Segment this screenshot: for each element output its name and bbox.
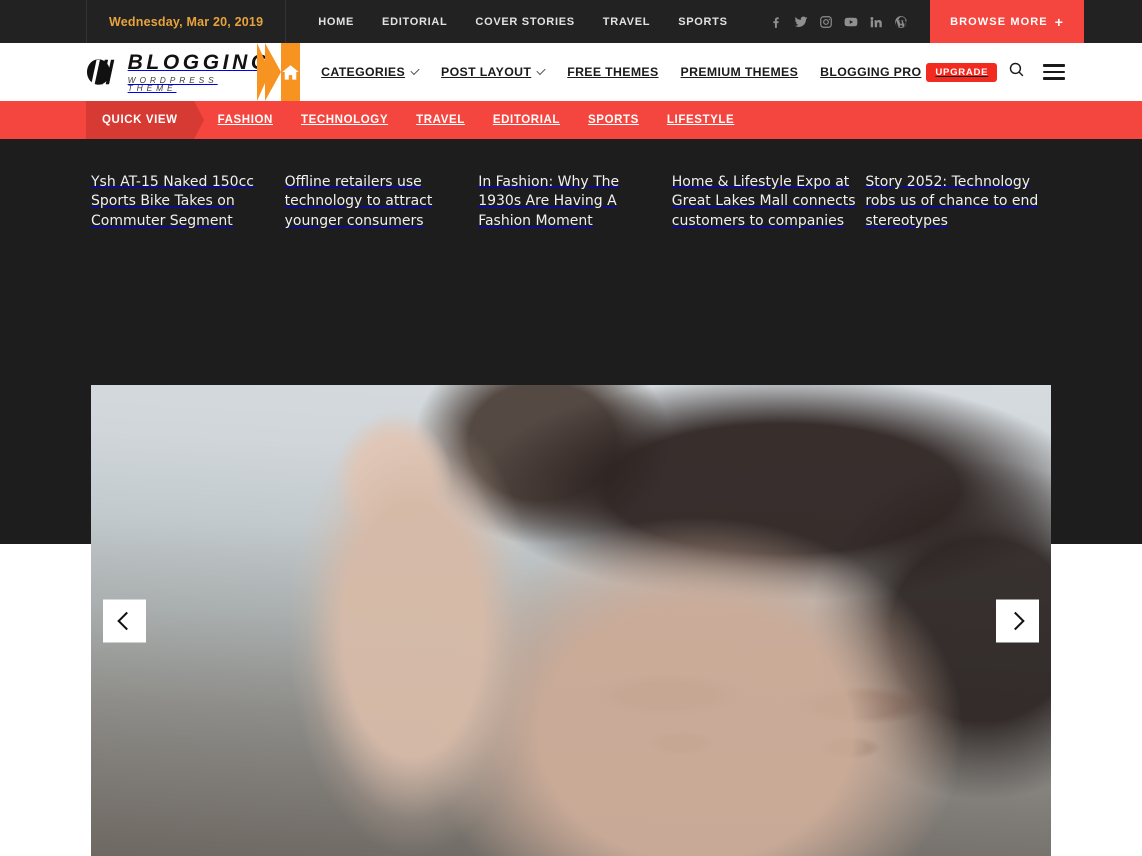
youtube-link[interactable]: [844, 15, 858, 29]
facebook-link[interactable]: [769, 15, 783, 29]
category-item-editorial[interactable]: EDITORIAL: [479, 101, 574, 139]
featured-card[interactable]: Ysh AT-15 Naked 150cc Sports Bike Takes …: [91, 158, 277, 231]
hero-slide-image: [91, 385, 1051, 856]
mainnav-item-premium-themes[interactable]: PREMIUM THEMES: [670, 65, 810, 79]
mainnav-label-blogging-pro: BLOGGING PRO: [820, 65, 922, 79]
topbar-tail: [1084, 0, 1142, 43]
hero-slider: [91, 385, 1051, 856]
category-bar: QUICK VIEW FASHION TECHNOLOGY TRAVEL EDI…: [0, 101, 1142, 139]
topnav-item-sports[interactable]: SPORTS: [664, 16, 741, 28]
mainnav-label-categories: CATEGORIES: [321, 65, 406, 79]
topnav-item-travel[interactable]: TRAVEL: [589, 16, 664, 28]
wordpress-link[interactable]: [894, 15, 908, 29]
category-item-fashion[interactable]: FASHION: [204, 101, 287, 139]
hamburger-line: [1043, 64, 1066, 67]
site-logo[interactable]: BLOGGING WORDPRESS THEME: [86, 43, 279, 101]
logo-title: BLOGGING: [127, 50, 271, 74]
hamburger-menu-button[interactable]: [1043, 64, 1066, 80]
chevron-down-icon: [536, 65, 546, 75]
chevron-right-icon: [1006, 611, 1025, 630]
social-links: [769, 0, 930, 43]
top-bar: Wednesday, Mar 20, 2019 HOME EDITORIAL C…: [0, 0, 1142, 43]
instagram-icon: [820, 15, 832, 28]
hamburger-line: [1043, 70, 1066, 74]
twitter-link[interactable]: [794, 15, 808, 29]
topnav-item-editorial[interactable]: EDITORIAL: [368, 16, 461, 28]
category-item-technology[interactable]: TECHNOLOGY: [287, 101, 402, 139]
mainnav-label-post-layout: POST LAYOUT: [441, 65, 532, 79]
twitter-icon: [794, 16, 808, 27]
mainnav-label-premium-themes: PREMIUM THEMES: [680, 65, 799, 79]
youtube-icon: [844, 17, 858, 26]
hero-prev-button[interactable]: [103, 599, 146, 642]
featured-card[interactable]: In Fashion: Why The 1930s Are Having A F…: [478, 158, 664, 231]
current-date: Wednesday, Mar 20, 2019: [86, 0, 287, 43]
category-item-lifestyle[interactable]: LIFESTYLE: [653, 101, 748, 139]
featured-card-title: Ysh AT-15 Naked 150cc Sports Bike Takes …: [91, 174, 254, 229]
category-item-travel[interactable]: TRAVEL: [402, 101, 479, 139]
topnav-item-cover-stories[interactable]: COVER STORIES: [461, 16, 588, 28]
search-icon: [1010, 62, 1024, 77]
hero-next-button[interactable]: [996, 599, 1039, 642]
featured-card-title: Home & Lifestyle Expo at Great Lakes Mal…: [671, 174, 856, 229]
logo-subtitle: WORDPRESS THEME: [127, 74, 218, 93]
featured-card-list: Ysh AT-15 Naked 150cc Sports Bike Takes …: [0, 139, 1142, 231]
hamburger-line: [1043, 77, 1066, 80]
facebook-icon: [773, 16, 779, 28]
featured-card[interactable]: Offline retailers use technology to attr…: [285, 158, 471, 231]
mainnav-label-free-themes: FREE THEMES: [567, 65, 659, 79]
linkedin-icon: [870, 16, 882, 27]
linkedin-link[interactable]: [869, 15, 883, 29]
featured-card[interactable]: Home & Lifestyle Expo at Great Lakes Mal…: [672, 158, 858, 231]
plus-icon: +: [1054, 13, 1064, 30]
logo-mark-icon: [86, 59, 115, 85]
site-header: BLOGGING WORDPRESS THEME CATEGORIES POST…: [0, 43, 1142, 101]
instagram-link[interactable]: [819, 15, 833, 29]
featured-card-title: In Fashion: Why The 1930s Are Having A F…: [478, 174, 620, 229]
home-icon: [282, 64, 299, 80]
wordpress-icon: [895, 15, 907, 28]
header-actions: [1008, 43, 1142, 101]
main-navigation: CATEGORIES POST LAYOUT FREE THEMES PREMI…: [300, 43, 1008, 101]
mainnav-item-blogging-pro[interactable]: BLOGGING PRO UPGRADE: [809, 62, 1008, 82]
mainnav-item-categories[interactable]: CATEGORIES: [310, 65, 430, 79]
featured-card[interactable]: Story 2052: Technology robs us of chance…: [865, 158, 1051, 231]
chevron-down-icon: [410, 65, 420, 75]
featured-card-title: Story 2052: Technology robs us of chance…: [865, 174, 1039, 229]
search-button[interactable]: [1008, 61, 1025, 83]
top-navigation: HOME EDITORIAL COVER STORIES TRAVEL SPOR…: [286, 0, 741, 43]
upgrade-badge[interactable]: UPGRADE: [926, 62, 998, 82]
browse-more-button[interactable]: BROWSE MORE +: [930, 0, 1084, 43]
logo-text: BLOGGING WORDPRESS THEME: [128, 52, 272, 93]
topnav-item-home[interactable]: HOME: [304, 16, 368, 28]
featured-card-title: Offline retailers use technology to attr…: [284, 174, 433, 229]
category-item-sports[interactable]: SPORTS: [574, 101, 653, 139]
browse-more-label: BROWSE MORE: [950, 15, 1048, 28]
mainnav-item-free-themes[interactable]: FREE THEMES: [556, 65, 669, 79]
home-tab-button[interactable]: [257, 43, 301, 101]
mainnav-item-post-layout[interactable]: POST LAYOUT: [430, 65, 556, 79]
quick-view-label[interactable]: QUICK VIEW: [86, 101, 204, 139]
chevron-left-icon: [117, 611, 136, 630]
